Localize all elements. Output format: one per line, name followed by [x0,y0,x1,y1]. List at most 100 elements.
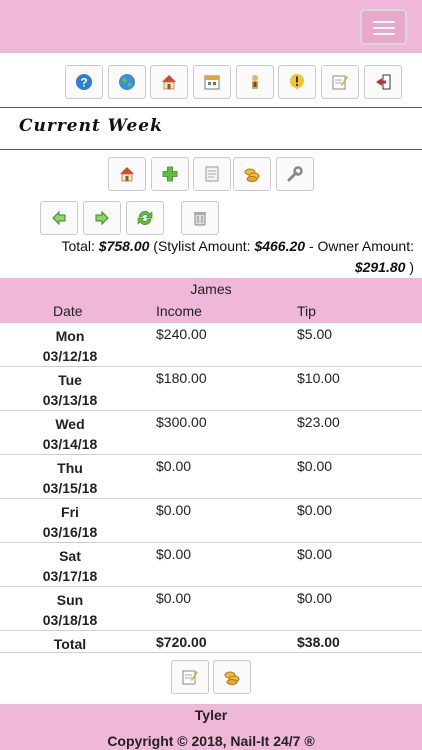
next-week-icon [95,210,109,226]
row-income: $240.00 [156,326,207,342]
person-icon [252,75,258,89]
next-week-button[interactable] [83,201,121,235]
hamburger-menu-button[interactable] [360,9,407,45]
divider [0,149,422,150]
table-row[interactable]: Thu 03/15/18 $0.00 $0.00 [0,455,422,499]
column-header-date: Date [53,303,83,319]
row-day: Mon [55,328,85,344]
row-day: Tue [58,372,82,388]
edit-icon [332,75,348,90]
row-date: Sun 03/18/18 [20,590,120,630]
summary-close-paren: ) [409,259,414,275]
table-row[interactable]: Sat 03/17/18 $0.00 $0.00 [0,543,422,587]
row-date-value: 03/13/18 [42,392,98,408]
profile-button[interactable] [236,65,274,99]
row-day: Thu [57,460,83,476]
coins-button[interactable] [213,660,251,694]
owner-amount-label: - Owner Amount: [308,238,414,254]
column-header-tip: Tip [297,303,316,319]
total-income: $720.00 [156,634,207,650]
row-income: $0.00 [156,546,192,562]
delete-button[interactable] [181,201,219,235]
stylist-amount-value: $466.20 [254,238,306,254]
divider [0,107,422,108]
delete-icon [194,212,206,226]
row-tip: $0.00 [297,590,333,606]
total-label: Total [53,636,87,652]
globe-button[interactable] [108,65,146,99]
total-tip: $38.00 [297,634,340,650]
home-icon [162,75,176,90]
row-tip: $0.00 [297,458,333,474]
report-button[interactable] [193,157,231,191]
row-date-value: 03/14/18 [42,436,98,452]
row-income: $0.00 [156,502,192,518]
weekly-summary: Total: $758.00 (Stylist Amount: $466.20 … [8,236,414,278]
row-day: Fri [61,504,79,520]
row-date-value: 03/16/18 [42,524,98,540]
table-row[interactable]: Wed 03/14/18 $300.00 $23.00 [0,411,422,455]
row-income: $0.00 [156,590,192,606]
logout-button[interactable] [364,65,402,99]
hamburger-line [373,21,395,23]
column-header-income: Income [156,303,202,319]
row-tip: $0.00 [297,502,333,518]
help-button[interactable]: ? [65,65,103,99]
svg-text:?: ? [80,76,87,90]
table-total-row: Total $720.00 $38.00 [0,631,422,653]
row-date-value: 03/18/18 [42,612,98,628]
footer: Tyler Copyright © 2018, Nail-It 24/7 ® [0,704,422,750]
add-icon [162,166,178,182]
row-day: Sun [56,592,84,608]
owner-amount-value: $291.80 [354,259,406,275]
row-date: Sat 03/17/18 [20,546,120,586]
coins-button[interactable] [233,157,271,191]
home-icon [120,167,134,182]
row-income: $0.00 [156,458,192,474]
calendar-icon [204,75,220,90]
table-row[interactable]: Tue 03/13/18 $180.00 $10.00 [0,367,422,411]
table-row[interactable]: Sun 03/18/18 $0.00 $0.00 [0,587,422,631]
total-value: $758.00 [98,238,150,254]
table-header: James Date Income Tip [0,278,422,323]
globe-icon [119,74,135,90]
row-date-value: 03/12/18 [42,348,98,364]
settings-button[interactable] [276,157,314,191]
row-income: $300.00 [156,414,207,430]
edit-icon [182,670,198,685]
alert-icon [290,74,304,90]
total-label: Total: [61,238,95,254]
logged-in-user: Tyler [194,707,228,723]
row-tip: $10.00 [297,370,340,386]
home-button[interactable] [150,65,188,99]
section-title: Current Week [19,116,163,136]
coins-icon [244,168,260,182]
edit-button[interactable] [321,65,359,99]
top-nav-bar [0,0,422,53]
refresh-icon [137,211,153,225]
row-tip: $0.00 [297,546,333,562]
hamburger-line [373,33,395,35]
add-button[interactable] [151,157,189,191]
row-date: Mon 03/12/18 [20,326,120,366]
refresh-button[interactable] [126,201,164,235]
row-date: Thu 03/15/18 [20,458,120,498]
table-row[interactable]: Mon 03/12/18 $240.00 $5.00 [0,323,422,367]
home-button[interactable] [108,157,146,191]
report-icon [205,166,219,182]
alerts-button[interactable] [278,65,316,99]
edit-button[interactable] [171,660,209,694]
row-date: Tue 03/13/18 [20,370,120,410]
coins-icon [224,671,240,685]
copyright: Copyright © 2018, Nail-It 24/7 ® [107,733,315,749]
row-day: Sat [59,548,81,564]
row-tip: $5.00 [297,326,333,342]
row-date-value: 03/17/18 [42,568,98,584]
row-day: Wed [55,416,85,432]
calendar-button[interactable] [193,65,231,99]
stylist-name: James [190,281,232,297]
previous-week-button[interactable] [40,201,78,235]
wrench-icon [287,166,303,182]
table-row[interactable]: Fri 03/16/18 $0.00 $0.00 [0,499,422,543]
row-date: Fri 03/16/18 [20,502,120,542]
